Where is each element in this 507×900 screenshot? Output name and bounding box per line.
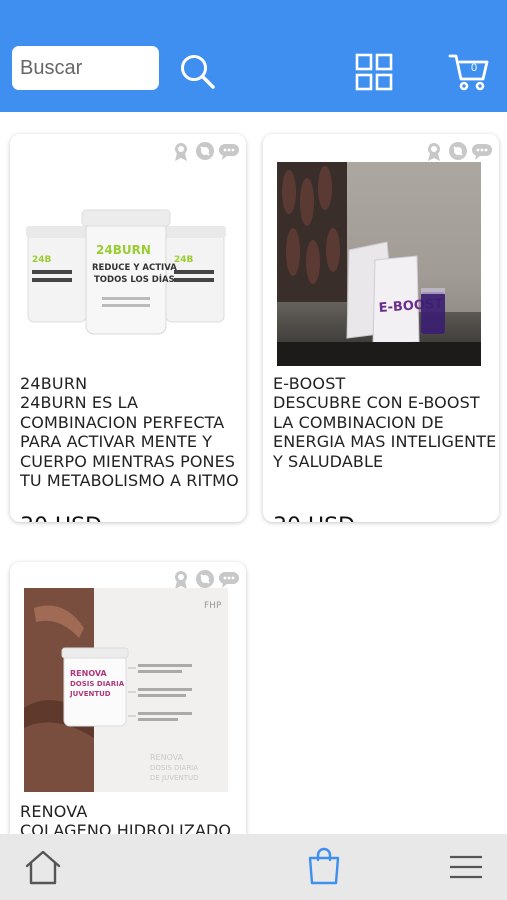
svg-text:JUVENTUD: JUVENTUD xyxy=(69,690,111,698)
settings-icon xyxy=(196,570,214,588)
bottom-navigation xyxy=(0,834,507,900)
home-icon[interactable] xyxy=(24,848,62,886)
svg-text:24B: 24B xyxy=(174,255,194,265)
chat-icon xyxy=(219,144,239,160)
jar-brand-text: 24BURN xyxy=(96,243,151,257)
product-description: DESCUBRE CON E-BOOST LA COMBINACION DE E… xyxy=(273,393,497,471)
card-badges xyxy=(170,140,240,162)
cart-count-badge: 0 xyxy=(471,62,478,74)
product-description: COLAGENO HIDROLIZADO xyxy=(20,821,232,834)
product-image[interactable]: 24BURN REDUCE Y ACTIVA TODOS LOS DÍAS 24… xyxy=(24,162,228,366)
search-input[interactable] xyxy=(12,46,159,90)
jar-line2-text: TODOS LOS DÍAS xyxy=(94,273,175,285)
settings-icon xyxy=(449,142,467,160)
renova-line2-text: DOSIS DIARIA xyxy=(150,764,198,772)
product-image[interactable]: FHP RENOVA DOSIS DIARIA JUVENTUD RENOVA … xyxy=(24,588,228,792)
product-title: RENOVA xyxy=(20,802,88,821)
product-title: E-BOOST xyxy=(273,374,346,393)
renova-line1-text: RENOVA xyxy=(150,753,184,762)
hamburger-menu-icon[interactable] xyxy=(446,852,486,882)
cart-icon[interactable] xyxy=(448,51,490,93)
top-header: 0 xyxy=(0,0,507,112)
settings-icon xyxy=(196,142,214,160)
jar-line1-text: REDUCE Y ACTIVA xyxy=(92,263,177,273)
product-grid: 24BURN REDUCE Y ACTIVA TODOS LOS DÍAS 24… xyxy=(0,112,507,834)
search-icon[interactable] xyxy=(178,52,218,92)
svg-text:24B: 24B xyxy=(32,255,52,265)
renova-line3-text: DE JUVENTUD xyxy=(150,774,198,782)
product-card[interactable]: FHP RENOVA DOSIS DIARIA JUVENTUD RENOVA … xyxy=(10,562,246,834)
award-icon xyxy=(175,143,187,161)
card-badges xyxy=(423,140,493,162)
card-badges xyxy=(170,568,240,590)
product-card[interactable]: E-BOOST E-BOOST DESCUBRE CON E-BOOST LA … xyxy=(263,134,499,522)
chat-icon xyxy=(219,572,239,588)
chat-icon xyxy=(472,144,492,160)
award-icon xyxy=(175,571,187,589)
renova-logo-text: FHP xyxy=(204,601,222,611)
product-price: 30 USD xyxy=(20,514,102,522)
award-icon xyxy=(428,143,440,161)
app-root: 0 xyxy=(0,0,507,900)
product-image[interactable]: E-BOOST xyxy=(277,162,481,366)
svg-text:RENOVA: RENOVA xyxy=(70,669,108,678)
grid-view-icon[interactable] xyxy=(355,53,393,91)
product-description: 24BURN ES LA COMBINACION PERFECTA PARA A… xyxy=(20,393,239,490)
product-price: 30 USD xyxy=(273,514,355,522)
product-title: 24BURN xyxy=(20,374,88,393)
shopping-bag-icon[interactable] xyxy=(306,846,342,886)
product-card[interactable]: 24BURN REDUCE Y ACTIVA TODOS LOS DÍAS 24… xyxy=(10,134,246,522)
svg-text:DOSIS DIARIA: DOSIS DIARIA xyxy=(70,680,125,688)
